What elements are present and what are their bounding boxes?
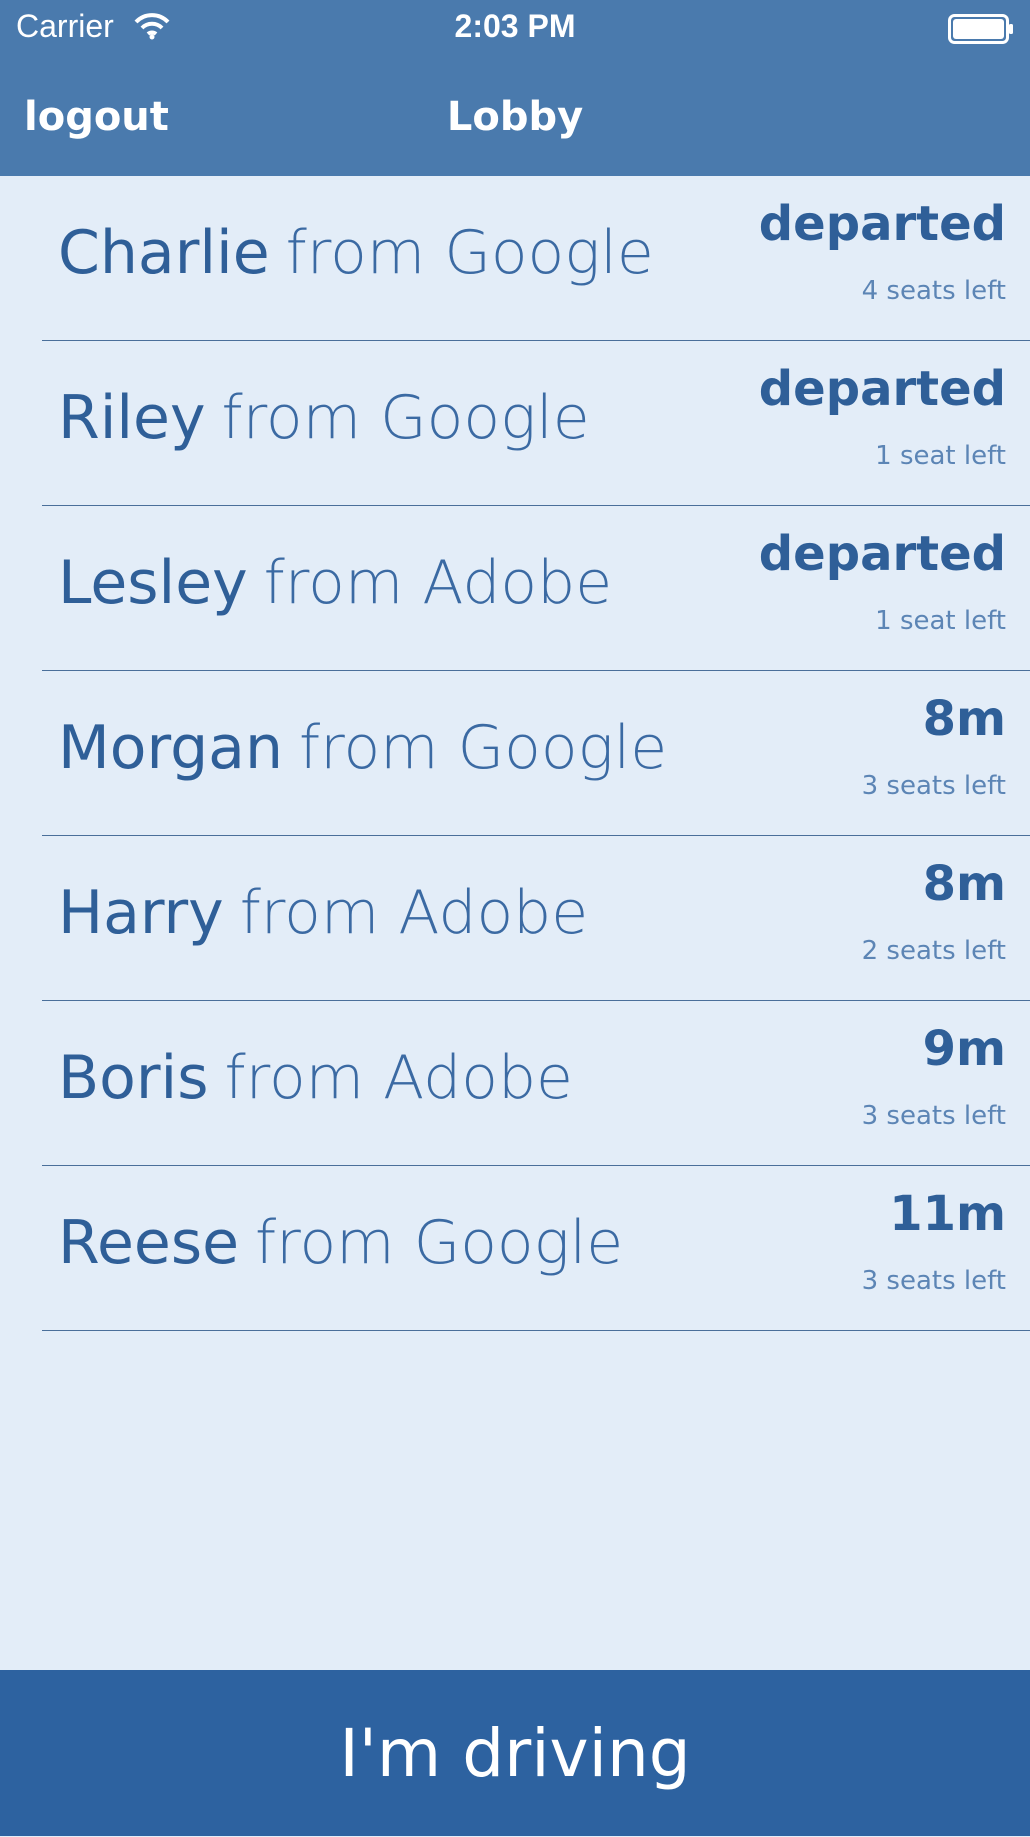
driver-company: from Adobe: [263, 548, 613, 618]
seats-left: 3 seats left: [861, 771, 1006, 801]
header: Carrier 2:03 PM logout Lobby: [0, 0, 1030, 176]
seats-left: 4 seats left: [861, 276, 1006, 306]
driver-name: Boris: [58, 1043, 209, 1113]
driver-info: Morgan from Google: [58, 713, 667, 783]
ride-row-riley[interactable]: Riley from Google departed 1 seat left: [42, 341, 1030, 506]
driver-company: from Adobe: [239, 878, 589, 948]
ride-status: 8m: [922, 856, 1006, 912]
nav-bar: logout Lobby: [0, 86, 1030, 146]
driver-name: Harry: [58, 878, 224, 948]
driver-company: from Google: [285, 218, 654, 288]
driver-name: Morgan: [58, 713, 283, 783]
ride-list: Charlie from Google departed 4 seats left…: [0, 176, 1030, 1331]
logout-button[interactable]: logout: [24, 94, 169, 140]
driver-company: from Google: [298, 713, 668, 783]
ride-status: 9m: [922, 1021, 1006, 1077]
seats-left: 2 seats left: [861, 936, 1006, 966]
im-driving-button[interactable]: I'm driving: [0, 1670, 1030, 1836]
driver-company: from Google: [221, 383, 590, 453]
ride-status: 11m: [889, 1186, 1006, 1242]
ride-row-harry[interactable]: Harry from Adobe 8m 2 seats left: [42, 836, 1030, 1001]
ride-status: departed: [758, 361, 1006, 417]
driver-company: from Google: [255, 1208, 624, 1278]
ride-row-charlie[interactable]: Charlie from Google departed 4 seats left: [42, 176, 1030, 341]
driver-name: Reese: [58, 1208, 239, 1278]
status-bar: Carrier 2:03 PM: [0, 0, 1030, 58]
ride-status: 8m: [922, 691, 1006, 747]
status-time: 2:03 PM: [454, 8, 576, 44]
seats-left: 3 seats left: [861, 1101, 1006, 1131]
seats-left: 1 seat left: [875, 441, 1006, 471]
battery-icon: [948, 14, 1013, 44]
driver-info: Reese from Google: [58, 1208, 623, 1278]
driver-name: Riley: [58, 383, 206, 453]
ride-status: departed: [758, 526, 1006, 582]
ride-row-morgan[interactable]: Morgan from Google 8m 3 seats left: [42, 671, 1030, 836]
driver-info: Harry from Adobe: [58, 878, 588, 948]
ride-row-reese[interactable]: Reese from Google 11m 3 seats left: [42, 1166, 1030, 1331]
ride-row-lesley[interactable]: Lesley from Adobe departed 1 seat left: [42, 506, 1030, 671]
driver-company: from Adobe: [224, 1043, 573, 1113]
driver-info: Lesley from Adobe: [58, 548, 612, 618]
driver-name: Charlie: [58, 218, 270, 288]
ride-row-boris[interactable]: Boris from Adobe 9m 3 seats left: [42, 1001, 1030, 1166]
seats-left: 3 seats left: [861, 1266, 1006, 1296]
driver-info: Charlie from Google: [58, 218, 654, 288]
driver-info: Riley from Google: [58, 383, 590, 453]
seats-left: 1 seat left: [875, 606, 1006, 636]
driver-name: Lesley: [58, 548, 248, 618]
ride-status: departed: [758, 196, 1006, 252]
driver-info: Boris from Adobe: [58, 1043, 573, 1113]
